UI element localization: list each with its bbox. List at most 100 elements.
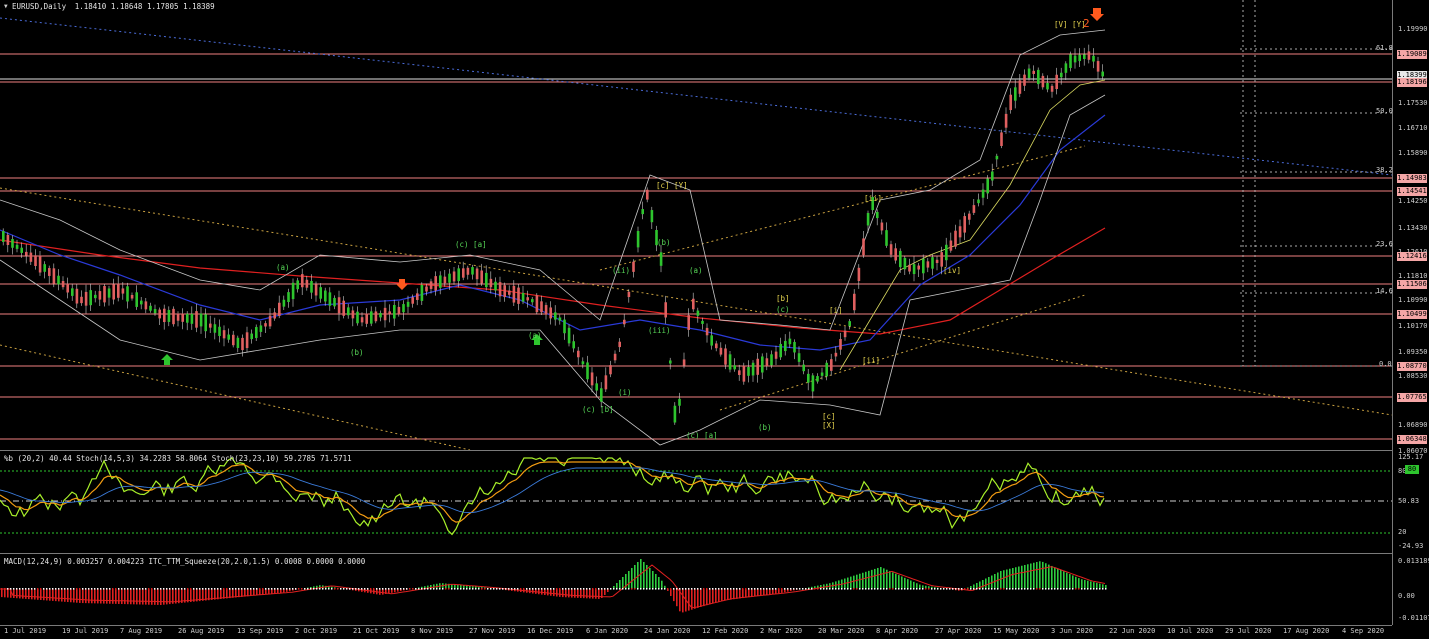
macd-bar [622,577,624,589]
chart-window[interactable]: ▼ EURUSD,Daily 1.18410 1.18648 1.17805 1… [0,0,1429,639]
candle-body [135,292,138,307]
squeeze-dot [1027,588,1029,590]
squeeze-dot [364,588,366,590]
squeeze-dot [511,588,513,590]
price-axis-label: 1.10990 [1398,296,1428,304]
candle-body [259,325,263,332]
squeeze-dot [1096,588,1098,590]
squeeze-dot [763,588,765,590]
candle-body [153,309,157,314]
squeeze-dot [49,588,51,590]
squeeze-dot [1093,588,1095,590]
squeeze-dot [289,588,291,590]
pane-separator [0,625,1392,626]
candle-body [894,248,897,261]
squeeze-dot [466,588,468,590]
macd-bar [94,589,96,604]
squeeze-dot [838,588,840,590]
squeeze-dot [133,588,135,590]
macd-bar [865,571,867,589]
macd-bar [889,571,891,589]
squeeze-dot [100,588,102,590]
squeeze-dot [130,588,132,590]
macd-bar [127,589,129,605]
squeeze-dot [232,588,234,590]
signal-line [839,79,1106,371]
squeeze-dot [736,588,738,590]
squeeze-dot [433,588,435,590]
macd-bar [70,589,72,603]
candle-body [144,301,148,310]
squeeze-dot [109,588,111,590]
candle-body [38,255,42,273]
squeeze-dot [439,588,441,590]
candle-body [517,287,520,304]
macd-bar [52,589,54,601]
candle-body [876,211,879,219]
macd-bar [109,589,111,604]
macd-bar [61,589,63,602]
candle-body [738,370,741,375]
bollinger-upper [0,29,1106,331]
macd-bar [1000,571,1002,589]
squeeze-dot [112,588,114,590]
pane-separator[interactable] [0,450,1392,451]
macd-bar [730,589,732,600]
trend-line-upper [0,187,1393,416]
macd-bar [748,589,750,598]
macd-bar [1012,568,1014,589]
squeeze-dot [355,588,357,590]
macd-bar [382,589,384,595]
candle-body [673,405,677,423]
macd-bar [778,589,780,594]
macd-bar [1060,570,1062,589]
candle-body [968,213,971,220]
squeeze-dot [706,588,708,590]
wave-label: [V] [Y] [1054,20,1086,29]
squeeze-dot [925,588,927,590]
squeeze-dot [76,588,78,590]
macd-bar [148,589,150,605]
candle-body [84,291,88,306]
candle-body [232,334,235,346]
candle-body [761,356,764,373]
macd-bar [85,589,87,604]
macd-bar [661,580,663,589]
macd-bar [1033,562,1035,589]
squeeze-dot [1036,588,1038,590]
candle-body [926,261,930,268]
pane-separator[interactable] [0,553,1392,554]
time-axis-label: 29 Jul 2020 [1225,627,1272,635]
squeeze-dot [1045,588,1047,590]
ema-blue-line [0,114,1106,351]
macd-bar [706,589,708,606]
macd-bar [763,589,765,596]
squeeze-dot [394,588,396,590]
squeeze-dot [370,588,372,590]
squeeze-dot [247,588,249,590]
squeeze-dot [787,588,789,590]
squeeze-dot [721,588,723,590]
squeeze-dot [766,588,768,590]
squeeze-dot [496,588,498,590]
candle-body [434,276,437,291]
squeeze-dot [544,588,546,590]
candle-body [466,267,470,275]
macd-bar [1018,566,1020,589]
candle-body [899,250,902,268]
macd-bar [550,589,552,596]
macd-bar [1066,572,1068,589]
candle-body [475,268,479,280]
macd-signal-line [0,564,1106,609]
candle-body [1069,54,1072,68]
candle-body [1073,55,1077,63]
macd-bar [604,589,606,595]
price-chart-canvas[interactable] [0,0,1429,639]
candle-body [1087,51,1091,60]
squeeze-dot [7,588,9,590]
squeeze-dot [445,588,447,590]
squeeze-dot [340,588,342,590]
squeeze-dot [997,588,999,590]
candle-body [452,271,456,282]
macd-bar [901,576,903,589]
